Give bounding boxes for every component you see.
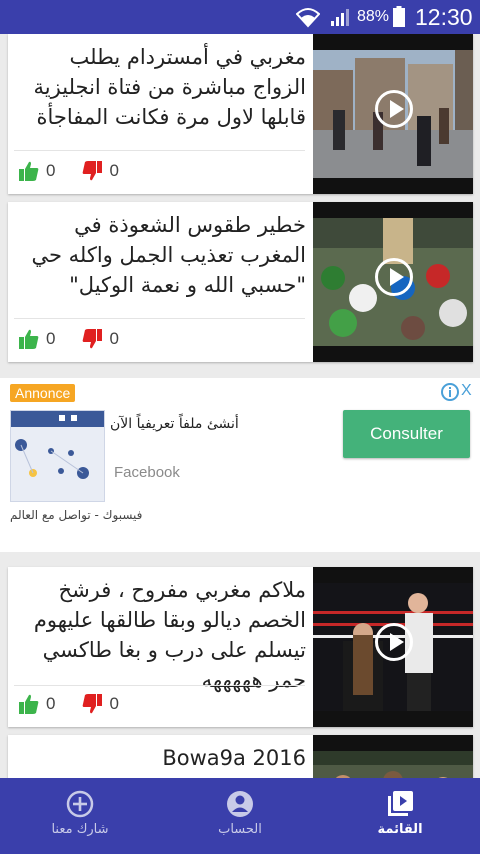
video-thumbnail[interactable] bbox=[313, 735, 473, 778]
wifi-icon bbox=[296, 8, 320, 28]
nav-item-share[interactable]: شارك معنا bbox=[0, 778, 160, 854]
nav-item-account[interactable]: الحساب bbox=[160, 778, 320, 854]
video-title[interactable]: ملاكم مغربي مفروح ، فرشخ الخصم ديالو وبق… bbox=[16, 575, 306, 695]
ad-brand: Facebook bbox=[114, 464, 180, 481]
ad-banner[interactable]: Annonce X أنشئ ملفاً تعريفياً الآن Faceb… bbox=[0, 378, 480, 552]
ad-headline[interactable]: أنشئ ملفاً تعريفياً الآن bbox=[110, 416, 239, 432]
video-feed[interactable]: مغربي في أمستردام يطلب الزواج مباشرة من … bbox=[0, 34, 480, 778]
vote-bar: 0 0 bbox=[18, 692, 119, 716]
divider bbox=[14, 318, 305, 319]
thumbs-up-icon[interactable] bbox=[18, 160, 40, 182]
nav-item-menu[interactable]: القائمة bbox=[320, 778, 480, 854]
video-card[interactable]: خطير طقوس الشعوذة في المغرب تعذيب الجمل … bbox=[8, 202, 473, 362]
add-circle-icon bbox=[66, 790, 94, 818]
video-library-icon bbox=[388, 791, 413, 816]
ad-cta-button[interactable]: Consulter bbox=[343, 410, 470, 458]
vote-bar: 0 0 bbox=[18, 159, 119, 183]
clock: 12:30 bbox=[415, 4, 473, 30]
thumbs-up-icon[interactable] bbox=[18, 693, 40, 715]
ad-illustration bbox=[11, 411, 104, 479]
video-thumbnail[interactable] bbox=[313, 567, 473, 727]
video-title[interactable]: خطير طقوس الشعوذة في المغرب تعذيب الجمل … bbox=[16, 210, 306, 300]
like-count: 0 bbox=[46, 161, 56, 180]
dislike-count: 0 bbox=[109, 694, 119, 713]
ad-label: Annonce bbox=[10, 384, 76, 402]
dislike-count: 0 bbox=[109, 161, 119, 180]
like-count: 0 bbox=[46, 329, 56, 348]
thumbnail-image bbox=[313, 751, 473, 778]
play-icon[interactable] bbox=[375, 258, 413, 296]
battery-icon bbox=[393, 6, 405, 27]
divider bbox=[14, 685, 305, 686]
video-thumbnail[interactable] bbox=[313, 34, 473, 194]
video-card[interactable]: مغربي في أمستردام يطلب الزواج مباشرة من … bbox=[8, 34, 473, 194]
vote-bar: 0 0 bbox=[18, 327, 119, 351]
nav-label: الحساب bbox=[218, 822, 262, 837]
status-bar: 88% 12:30 bbox=[0, 0, 480, 34]
thumbs-down-icon[interactable] bbox=[81, 693, 103, 715]
ad-close-button[interactable]: X bbox=[461, 382, 479, 402]
ad-image[interactable] bbox=[10, 410, 105, 502]
play-icon[interactable] bbox=[375, 623, 413, 661]
info-icon[interactable] bbox=[440, 382, 460, 402]
bottom-navigation: شارك معنا الحساب القائمة bbox=[0, 778, 480, 854]
video-title[interactable]: Bowa9a 2016 bbox=[16, 743, 306, 773]
like-count: 0 bbox=[46, 694, 56, 713]
video-card[interactable]: Bowa9a 2016 bbox=[8, 735, 473, 778]
nav-label: القائمة bbox=[377, 822, 423, 837]
video-thumbnail[interactable] bbox=[313, 202, 473, 362]
video-title[interactable]: مغربي في أمستردام يطلب الزواج مباشرة من … bbox=[16, 42, 306, 132]
ad-caption: فيسبوك - تواصل مع العالم bbox=[10, 508, 143, 522]
account-icon bbox=[227, 791, 253, 817]
divider bbox=[14, 150, 305, 151]
battery-percent: 88% bbox=[357, 8, 390, 25]
play-icon[interactable] bbox=[375, 90, 413, 128]
thumbs-down-icon[interactable] bbox=[81, 328, 103, 350]
nav-label: شارك معنا bbox=[51, 822, 109, 837]
dislike-count: 0 bbox=[109, 329, 119, 348]
video-card[interactable]: ملاكم مغربي مفروح ، فرشخ الخصم ديالو وبق… bbox=[8, 567, 473, 727]
thumbs-up-icon[interactable] bbox=[18, 328, 40, 350]
signal-icon bbox=[331, 9, 349, 26]
thumbs-down-icon[interactable] bbox=[81, 160, 103, 182]
